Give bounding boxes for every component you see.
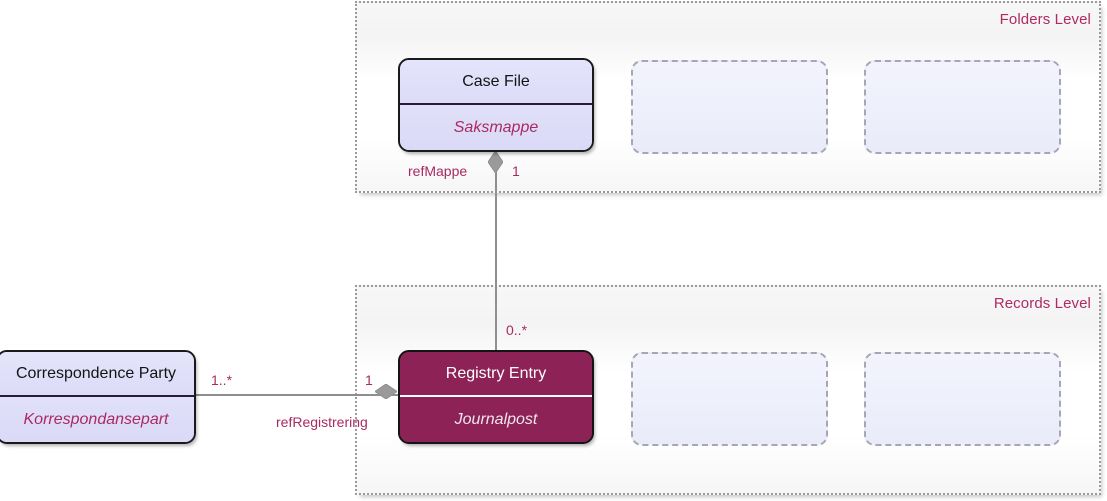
association-role-label-ref-mappe: refMappe bbox=[408, 163, 468, 179]
records-level-label: Records Level bbox=[993, 295, 1091, 312]
association-multiplicity-ref-mappe-source: 1 bbox=[512, 163, 520, 179]
class-box-correspondence-party[interactable]: Correspondence Party Korrespondansepart bbox=[0, 350, 196, 444]
association-role-label-ref-registrering: refRegistrering bbox=[276, 414, 368, 430]
association-multiplicity-ref-mappe-target: 0..* bbox=[506, 322, 528, 338]
folders-placeholder-box-2[interactable] bbox=[864, 60, 1061, 154]
association-line-ref-mappe[interactable] bbox=[495, 152, 497, 352]
association-line-ref-registrering[interactable] bbox=[196, 394, 398, 396]
class-box-case-file[interactable]: Case File Saksmappe bbox=[398, 58, 594, 152]
class-name-case-file: Case File bbox=[400, 60, 592, 105]
aggregation-diamond-icon-ref-mappe bbox=[488, 151, 503, 173]
diagram-canvas: Folders Level Records Level Case File Sa… bbox=[0, 0, 1107, 501]
association-multiplicity-ref-registrering-target: 1..* bbox=[211, 372, 233, 388]
class-name-correspondence-party: Correspondence Party bbox=[0, 352, 194, 397]
association-multiplicity-ref-registrering-source: 1 bbox=[365, 372, 373, 388]
folders-level-label: Folders Level bbox=[999, 11, 1091, 28]
aggregation-diamond-icon-ref-registrering bbox=[375, 384, 397, 399]
folders-placeholder-box-1[interactable] bbox=[631, 60, 828, 154]
records-placeholder-box-1[interactable] bbox=[631, 352, 828, 446]
class-name-registry-entry: Registry Entry bbox=[400, 352, 592, 397]
class-norwegian-name-correspondence-party: Korrespondansepart bbox=[0, 397, 194, 442]
class-norwegian-name-registry-entry: Journalpost bbox=[400, 397, 592, 442]
class-box-registry-entry[interactable]: Registry Entry Journalpost bbox=[398, 350, 594, 444]
class-norwegian-name-case-file: Saksmappe bbox=[400, 105, 592, 150]
records-placeholder-box-2[interactable] bbox=[864, 352, 1061, 446]
